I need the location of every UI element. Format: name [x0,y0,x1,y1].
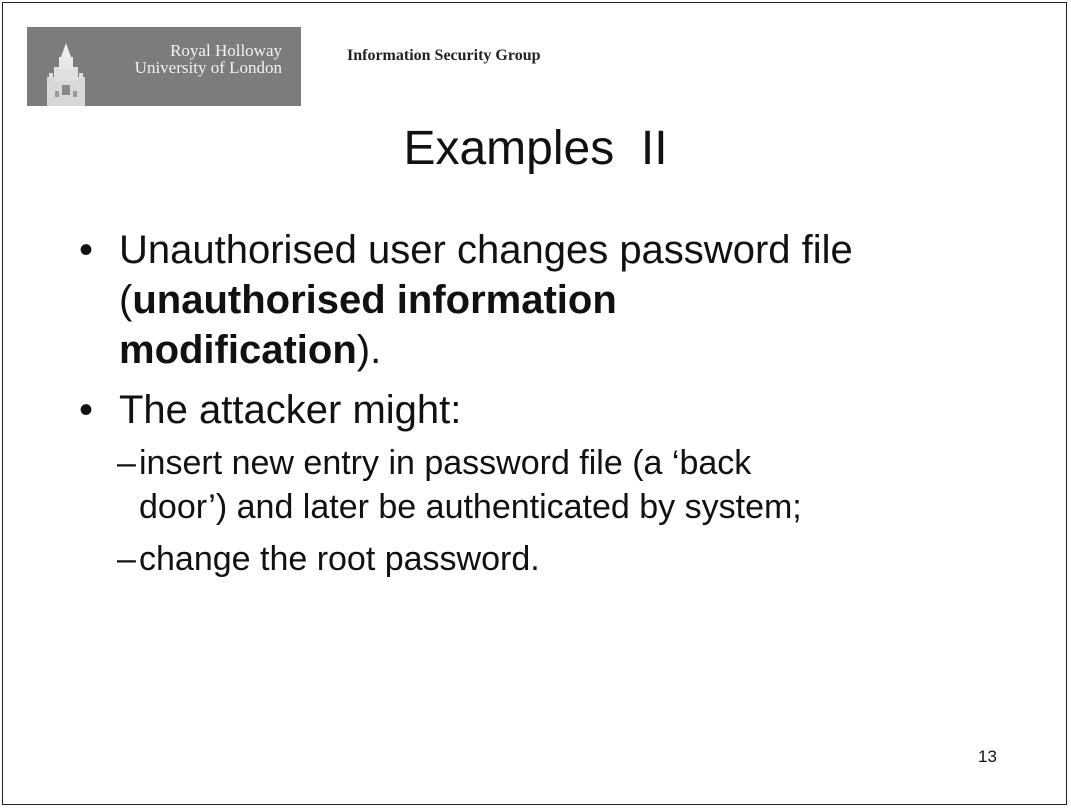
sub-bullet-marker: – [117,540,136,578]
bullet-text-line: (unauthorised information [119,275,1039,325]
sub-bullet-text-line: insert new entry in password file (a ‘ba… [139,444,752,482]
group-name: Information Security Group [347,47,541,64]
paren-open: ( [119,278,133,322]
slide-title: Examples II [403,122,668,175]
bold-term: modification [119,328,357,372]
bullet-item: • The attacker might: [79,385,1039,435]
bullet-marker: • [79,228,94,272]
logo-name: Royal Holloway [170,41,282,60]
sub-bullet-item: – insert new entry in password file (a ‘… [79,441,1039,529]
sub-bullet-text-line: door’) and later be authenticated by sys… [139,488,802,526]
bullet-marker: • [79,388,94,432]
bold-term: unauthorised information [132,278,617,322]
bullet-text-line: Unauthorised user changes password file [119,228,853,272]
slide: Royal Holloway University of London Info… [2,2,1067,805]
slide-content: • Unauthorised user changes password fil… [79,225,1039,581]
bullet-text-line: The attacker might: [119,388,462,432]
bullet-text-line: modification). [119,325,1039,375]
sub-bullet-marker: – [117,444,136,482]
paren-close: ). [356,328,382,372]
sub-bullet-text-line: change the root password. [139,540,540,578]
logo-subtitle: University of London [134,58,282,77]
sub-bullet-item: – change the root password. [79,537,1039,581]
page-number: 13 [978,747,997,766]
royal-holloway-logo: Royal Holloway University of London [27,27,301,106]
bullet-item: • Unauthorised user changes password fil… [79,225,1039,375]
